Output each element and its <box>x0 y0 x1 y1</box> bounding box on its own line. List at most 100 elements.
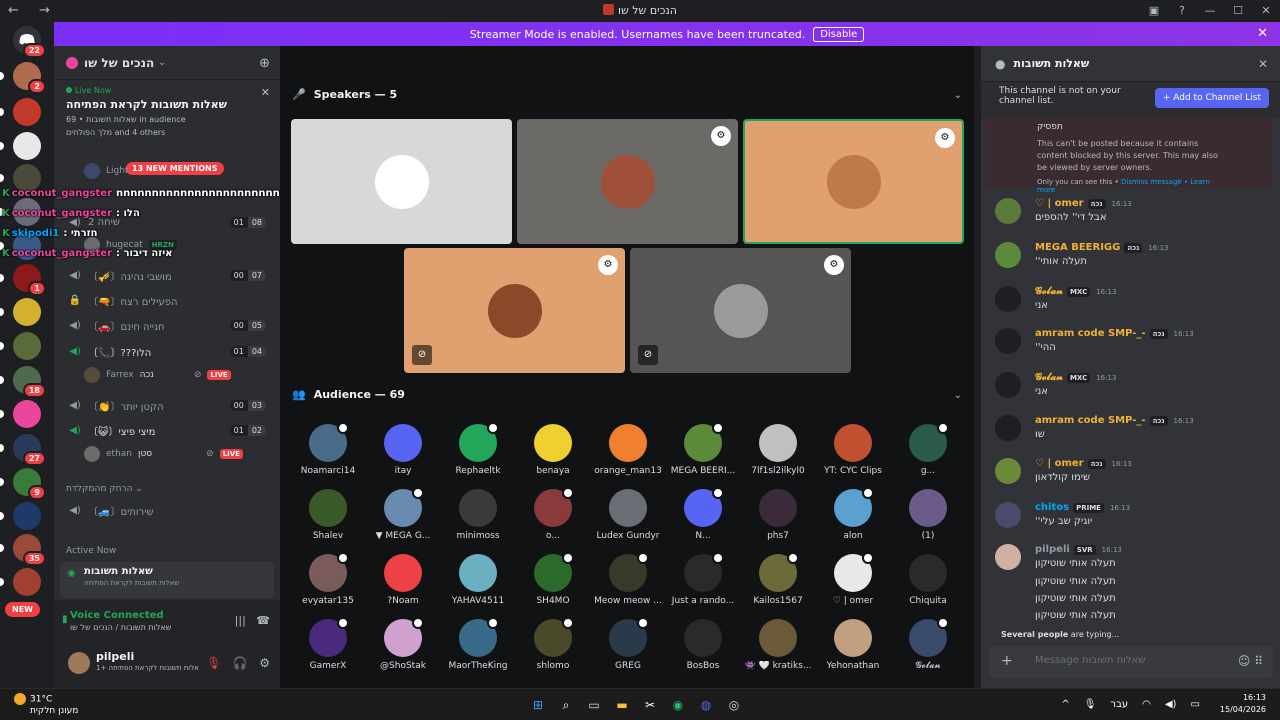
maximize-icon[interactable]: ☐ <box>1224 0 1252 22</box>
discord-icon[interactable]: ◍ <box>696 695 716 715</box>
server-icon-7[interactable]: 1 <box>0 264 46 296</box>
capcut-icon[interactable]: ✂ <box>640 695 660 715</box>
audience-member[interactable]: MEGA BEERI... <box>663 422 743 476</box>
audience-member[interactable]: alon <box>813 487 893 541</box>
message-author[interactable]: ♡ | omer נכה 16:13 <box>1035 198 1132 209</box>
audience-member[interactable]: BosBos <box>663 619 743 671</box>
audience-member[interactable]: Rephaeltk <box>438 422 518 476</box>
add-member-icon[interactable]: ⊕ <box>259 56 270 71</box>
server-icon-12[interactable]: 27 <box>0 434 46 466</box>
close-icon[interactable]: ✕ <box>1257 26 1268 41</box>
noise-suppression-icon[interactable]: ||| <box>235 614 246 627</box>
audience-member[interactable]: itay <box>363 424 443 476</box>
chat-message[interactable]: MEGA BEERIGG נכה 16:13 תעלה אותי'' <box>995 242 1275 278</box>
weather-widget[interactable]: 31°C מעונן חלקית <box>14 693 78 717</box>
plus-icon[interactable]: + <box>1001 653 1013 669</box>
audience-member[interactable]: o... <box>513 487 593 541</box>
audience-member[interactable]: (1) <box>888 489 968 541</box>
channel-item[interactable]: 🔒 〔🔫〕הפעילים רצח <box>62 289 272 311</box>
speaker-tile[interactable]: ⚙ <box>743 119 964 244</box>
inbox-icon[interactable]: ▣ <box>1140 0 1168 22</box>
speaker-tile[interactable]: ⚙ ⊘ <box>630 248 851 373</box>
chevron-down-icon[interactable]: ⌄ <box>954 90 962 101</box>
voice-member[interactable]: Light <box>84 162 128 180</box>
close-icon[interactable]: ✕ <box>1258 57 1268 71</box>
battery-icon[interactable]: ▭ <box>1190 699 1199 710</box>
windows-start-icon[interactable]: ⊞ <box>528 695 548 715</box>
chat-message[interactable]: pilpeli SVR 16:13 תעלה אותי שוטיקון <box>995 544 1275 580</box>
dismiss-link[interactable]: Dismiss message <box>1121 178 1182 186</box>
avatar[interactable] <box>995 198 1021 224</box>
audience-member[interactable]: Noamarci14 <box>288 422 368 476</box>
message-author[interactable]: 𝓖𝓸𝓵𝓪𝓷 MXC 16:13 <box>1035 286 1116 297</box>
server-icon-9[interactable] <box>0 332 41 360</box>
avatar[interactable] <box>995 286 1021 312</box>
audience-member[interactable]: ♡ | omer <box>813 552 893 606</box>
chat-message[interactable]: 𝓖𝓸𝓵𝓪𝓷 MXC 16:13 אני <box>995 286 1275 322</box>
obs-icon[interactable]: ◎ <box>724 695 744 715</box>
disconnect-icon[interactable]: ☎ <box>256 614 270 627</box>
audience-member[interactable]: Shalev <box>288 489 368 541</box>
audience-member[interactable]: Meow meow ... <box>588 552 668 606</box>
audience-member[interactable]: YAHAV4511 <box>438 554 518 606</box>
chat-message[interactable]: chitos PRIME 16:13 יוגיק שב עלי'' <box>995 502 1275 538</box>
audience-member[interactable]: 𝓖𝓸𝓵𝓪𝓷 <box>888 617 968 671</box>
headphones-icon[interactable]: 🎧 <box>233 656 248 670</box>
active-stage-card[interactable]: ◉ שאלות תשובות שאלות תשובות לקראת הפתיחה <box>60 562 274 598</box>
edge-icon[interactable]: ◉ <box>668 695 688 715</box>
speaker-tile[interactable]: ⚙ <box>517 119 738 244</box>
close-icon[interactable]: ✕ <box>261 86 270 99</box>
microphone-icon[interactable]: 🎙 <box>1084 699 1097 710</box>
audience-member[interactable]: 7lf1sl2ilkyl0 <box>738 424 818 476</box>
audience-member[interactable]: @ShoStak <box>363 617 443 671</box>
avatar[interactable] <box>995 242 1021 268</box>
audience-member[interactable]: Yehonathan <box>813 619 893 671</box>
chat-message[interactable]: ♡ | omer נכה 16:13 אבל די'' להספים <box>995 198 1275 234</box>
audience-member[interactable]: orange_man13 <box>588 424 668 476</box>
avatar[interactable] <box>995 328 1021 354</box>
voice-member[interactable]: ethan סטן ⊘ LIVE <box>84 445 243 463</box>
server-icon-3[interactable] <box>0 132 41 160</box>
server-icon-8[interactable] <box>0 298 41 326</box>
chat-message[interactable]: amram code SMP-_- נכה 16:13 ההי'' <box>995 328 1275 364</box>
speaker-tile[interactable]: ⚙ ⊘ <box>404 248 625 373</box>
audience-member[interactable]: evyatar135 <box>288 552 368 606</box>
volume-icon[interactable]: ◀) <box>1165 699 1177 710</box>
speaker-tile[interactable] <box>291 119 512 244</box>
home-button[interactable]: 22 <box>13 26 46 58</box>
audience-member[interactable]: SH4MO <box>513 552 593 606</box>
wifi-icon[interactable]: ◠ <box>1142 699 1151 710</box>
clock[interactable]: 16:13 15/04/2026 <box>1220 692 1266 716</box>
category-header[interactable]: הרחק מהמקלדת ⌄ <box>66 484 143 494</box>
task-view-icon[interactable]: ▭ <box>584 695 604 715</box>
audience-member[interactable]: GamerX <box>288 617 368 671</box>
server-icon-15[interactable]: 35 <box>0 534 46 566</box>
message-author[interactable]: 𝓖𝓸𝓵𝓪𝓷 MXC 16:13 <box>1035 372 1116 383</box>
audience-member[interactable]: YT: CYC Clips <box>813 424 893 476</box>
new-badge[interactable]: NEW <box>5 602 40 617</box>
new-mentions-pill[interactable]: 13 NEW MENTIONS <box>126 162 224 175</box>
channel-item[interactable]: ◀) 〔🚗〕חנייה חינם 00 05 <box>62 314 272 336</box>
channel-item[interactable]: ◀) 〔🚙〕שירותים <box>62 499 272 521</box>
audience-member[interactable]: GREG <box>588 617 668 671</box>
avatar[interactable] <box>995 372 1021 398</box>
add-to-channel-list-button[interactable]: + Add to Channel List <box>1154 88 1269 108</box>
message-author[interactable]: MEGA BEERIGG נכה 16:13 <box>1035 242 1168 253</box>
audience-member[interactable]: Just a rando... <box>663 552 743 606</box>
server-icon-2[interactable] <box>0 98 41 126</box>
avatar[interactable] <box>995 415 1021 441</box>
audience-member[interactable]: ?Noam <box>363 554 443 606</box>
server-icon-14[interactable] <box>0 502 41 530</box>
chat-message[interactable]: ♡ | omer נכה 16:13 שימו קולדאון <box>995 458 1275 494</box>
file-explorer-icon[interactable]: ▬ <box>612 695 632 715</box>
message-input[interactable]: Message שאלות תשובות <box>1035 655 1145 666</box>
audience-member[interactable]: Ludex Gundyr <box>588 489 668 541</box>
message-composer[interactable]: + Message שאלות תשובות ☺ ⠿ <box>989 646 1273 678</box>
chat-message[interactable]: 𝓖𝓸𝓵𝓪𝓷 MXC 16:13 אני <box>995 372 1275 408</box>
close-icon[interactable]: ✕ <box>1252 0 1280 22</box>
server-icon-11[interactable] <box>0 400 41 428</box>
avatar[interactable] <box>995 458 1021 484</box>
language-indicator[interactable]: עבר <box>1110 699 1128 710</box>
avatar[interactable] <box>995 502 1021 528</box>
server-icon-1[interactable]: 2 <box>0 62 46 94</box>
